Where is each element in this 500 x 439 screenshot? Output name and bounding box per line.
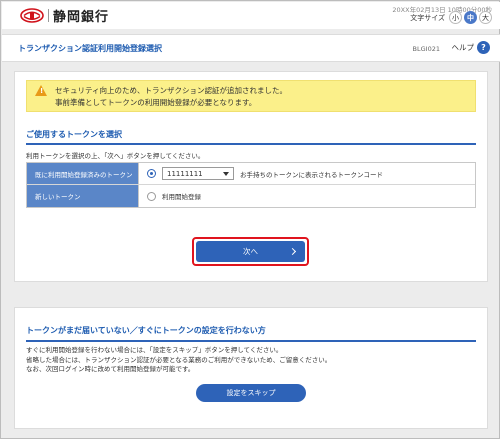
warning-message: ! セキュリティ向上のため、トランザクション認証が追加されました。 事前準備とし… xyxy=(26,80,476,112)
chevron-down-icon xyxy=(223,171,229,176)
bank-name: 静岡銀行 xyxy=(53,10,110,25)
logo-divider xyxy=(48,9,49,22)
new-token-body: 利用開始登録 xyxy=(139,185,475,207)
token-code-select[interactable]: 11111111 xyxy=(162,167,234,180)
font-size-medium-button[interactable]: 中 xyxy=(464,11,477,24)
warning-line-1: セキュリティ向上のため、トランザクション認証が追加されました。 xyxy=(55,86,288,95)
skip-section-title: トークンがまだ届いていない／すぐにトークンの設定を行わない方 xyxy=(26,325,476,342)
screen-id: BLGI021 xyxy=(412,45,440,53)
registered-token-body: 11111111 お手持ちのトークンに表示されるトークンコード xyxy=(139,163,475,184)
next-button-highlight: 次へ xyxy=(192,237,309,266)
font-size-large-button[interactable]: 大 xyxy=(479,11,492,24)
help-icon: ? xyxy=(477,41,490,54)
skip-line-1: すぐに利用開始登録を行わない場合には、「設定をスキップ」ボタンを押してください。 xyxy=(26,346,283,354)
header: 静岡銀行 20XX年02月13日 10時00分00秒 文字サイズ 小 中 大 xyxy=(2,2,500,29)
token-section-title: ご使用するトークンを選択 xyxy=(26,129,476,145)
registered-token-radio[interactable] xyxy=(147,169,156,178)
help-label: ヘルプ xyxy=(451,43,475,52)
next-button-label: 次へ xyxy=(243,247,258,256)
bank-logo-mark xyxy=(20,8,44,23)
token-table: 既に利用開始登録済みのトークン 11111111 お手持ちのトークンに表示される… xyxy=(26,162,476,208)
warning-line-2: 事前準備としてトークンの利用開始登録が必要となります。 xyxy=(55,98,257,107)
skip-description: すぐに利用開始登録を行わない場合には、「設定をスキップ」ボタンを押してください。… xyxy=(26,346,331,375)
skip-line-2: 省略した場合には、トランザクション認証が必要となる業務のご利用ができないため、ご… xyxy=(26,355,332,364)
chevron-right-icon xyxy=(288,247,297,255)
token-row-new: 新しいトークン 利用開始登録 xyxy=(27,185,475,207)
font-size-label: 文字サイズ xyxy=(410,13,445,22)
skip-card: トークンがまだ届いていない／すぐにトークンの設定を行わない方 すぐに利用開始登録… xyxy=(14,307,488,429)
token-code-value: 11111111 xyxy=(167,169,203,178)
title-bar: トランザクション認証利用開始登録選択 BLGI021 ヘルプ ? xyxy=(2,34,500,62)
token-select-card: ! セキュリティ向上のため、トランザクション認証が追加されました。 事前準備とし… xyxy=(14,71,488,282)
bank-logo[interactable]: 静岡銀行 xyxy=(20,6,109,25)
skip-button[interactable]: 設定をスキップ xyxy=(196,384,306,402)
font-size-small-button[interactable]: 小 xyxy=(449,11,462,24)
new-token-label: 新しいトークン xyxy=(27,185,139,207)
warning-text: セキュリティ向上のため、トランザクション認証が追加されました。 事前準備としてト… xyxy=(55,85,287,109)
new-token-radio[interactable] xyxy=(147,191,156,201)
token-instruction: 利用トークンを選択の上、「次へ」ボタンを押してください。 xyxy=(26,152,205,160)
warning-icon: ! xyxy=(35,85,47,96)
next-button[interactable]: 次へ xyxy=(196,241,305,262)
skip-line-3: なお、次回ログイン時に改めて利用開始登録が可能です。 xyxy=(26,365,195,373)
font-size-switcher: 文字サイズ 小 中 大 xyxy=(410,11,492,24)
page-title: トランザクション認証利用開始登録選択 xyxy=(18,44,162,53)
token-code-hint: お手持ちのトークンに表示されるトークンコード xyxy=(240,170,383,179)
new-token-option-label[interactable]: 利用開始登録 xyxy=(162,191,201,201)
page-frame: 静岡銀行 20XX年02月13日 10時00分00秒 文字サイズ 小 中 大 ト… xyxy=(0,0,500,439)
help-link[interactable]: ヘルプ ? xyxy=(451,41,490,54)
token-row-registered: 既に利用開始登録済みのトークン 11111111 お手持ちのトークンに表示される… xyxy=(27,163,475,185)
registered-token-label: 既に利用開始登録済みのトークン xyxy=(27,163,139,184)
